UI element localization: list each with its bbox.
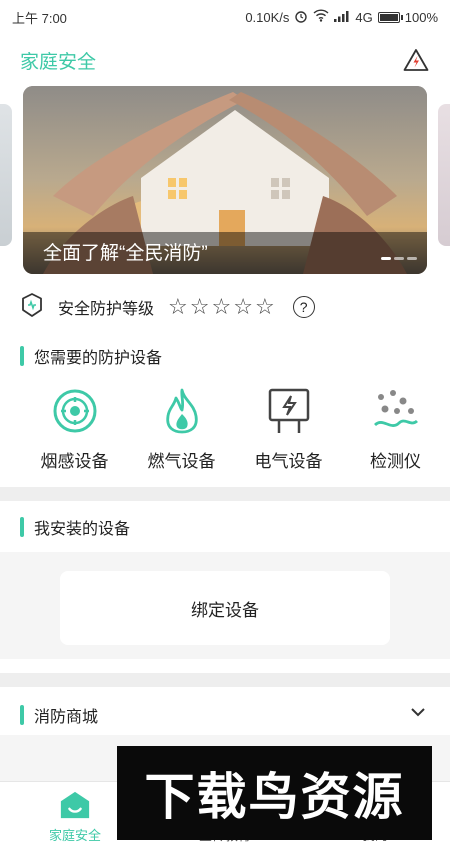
watermark-overlay: 下载鸟资源	[117, 746, 432, 840]
page-title: 家庭安全	[20, 51, 97, 73]
star-icon: ☆	[233, 294, 253, 319]
safety-level-row: 安全防护等级 ☆ ☆ ☆ ☆ ☆ ?	[20, 291, 315, 323]
safety-rating-stars: ☆ ☆ ☆ ☆ ☆	[168, 294, 275, 320]
section-fire-mall: 消防商城	[20, 703, 98, 727]
home-icon	[59, 789, 91, 821]
star-icon: ☆	[254, 294, 275, 319]
net-speed: 0.10K/s	[245, 9, 290, 25]
carousel-dot	[407, 257, 417, 260]
banner-carousel[interactable]: 全面了解“全民消防”	[0, 86, 450, 276]
section-title: 我安装的设备	[34, 521, 131, 538]
status-bar: 上午 7:00 0.10K/s 4G 100%	[0, 0, 450, 34]
carousel-dot	[394, 257, 404, 260]
installed-devices-panel: 绑定设备	[0, 552, 450, 659]
tab-label: 家庭安全	[48, 828, 101, 843]
signal-icon	[334, 10, 350, 25]
section-accent-bar	[20, 346, 24, 366]
banner-next-slide[interactable]	[438, 104, 450, 246]
section-accent-bar	[20, 705, 24, 725]
section-installed-devices: 我安装的设备	[20, 515, 130, 539]
chevron-down-icon[interactable]	[408, 702, 428, 722]
smoke-detector-icon	[52, 388, 98, 434]
device-label: 燃气设备	[147, 452, 216, 471]
status-time: 上午 7:00	[12, 10, 67, 26]
carousel-indicator	[381, 257, 417, 260]
star-icon: ☆	[189, 294, 210, 319]
carousel-dot	[381, 257, 391, 260]
banner-slide[interactable]: 全面了解“全民消防”	[23, 86, 427, 274]
network-type: 4G	[355, 9, 373, 25]
section-title: 您需要的防护设备	[34, 350, 163, 367]
banner-caption: 全面了解“全民消防”	[43, 243, 208, 264]
device-category-list[interactable]: 烟感设备 燃气设备 电气设备 检测仪 更	[0, 388, 450, 476]
device-label: 电气设备	[254, 452, 323, 471]
section-needed-devices: 您需要的防护设备	[20, 344, 162, 368]
device-item-detector[interactable]: 检测仪	[342, 388, 449, 476]
device-item-electrical[interactable]: 电气设备	[235, 388, 342, 476]
shield-icon	[20, 292, 44, 323]
star-icon: ☆	[211, 294, 232, 319]
alarm-icon	[294, 9, 308, 26]
device-label: 检测仪	[370, 452, 421, 471]
banner-prev-slide[interactable]	[0, 104, 12, 246]
detector-particles-icon	[373, 388, 419, 434]
battery-fill	[379, 13, 398, 21]
device-label: 烟感设备	[40, 452, 109, 471]
device-item-gas[interactable]: 燃气设备	[128, 388, 235, 476]
electric-panel-icon	[266, 388, 312, 434]
flame-icon	[159, 388, 205, 434]
section-divider	[0, 487, 450, 501]
watermark-text: 下载鸟资源	[144, 768, 405, 826]
section-accent-bar	[20, 517, 24, 537]
battery-percent: 100%	[404, 9, 438, 25]
help-icon[interactable]: ?	[292, 296, 315, 318]
wifi-icon	[313, 9, 329, 25]
safety-level-label: 安全防护等级	[58, 301, 155, 318]
battery-icon	[377, 11, 403, 23]
section-divider	[0, 673, 450, 687]
mall-section-header[interactable]: 消防商城	[0, 690, 450, 734]
warning-triangle-icon[interactable]	[402, 46, 430, 74]
star-icon: ☆	[168, 294, 188, 319]
section-title: 消防商城	[34, 709, 99, 726]
device-item-smoke[interactable]: 烟感设备	[21, 388, 128, 476]
bind-device-button[interactable]: 绑定设备	[60, 571, 390, 645]
status-indicators: 0.10K/s 4G 100%	[245, 9, 438, 26]
app-header: 家庭安全	[0, 38, 450, 82]
